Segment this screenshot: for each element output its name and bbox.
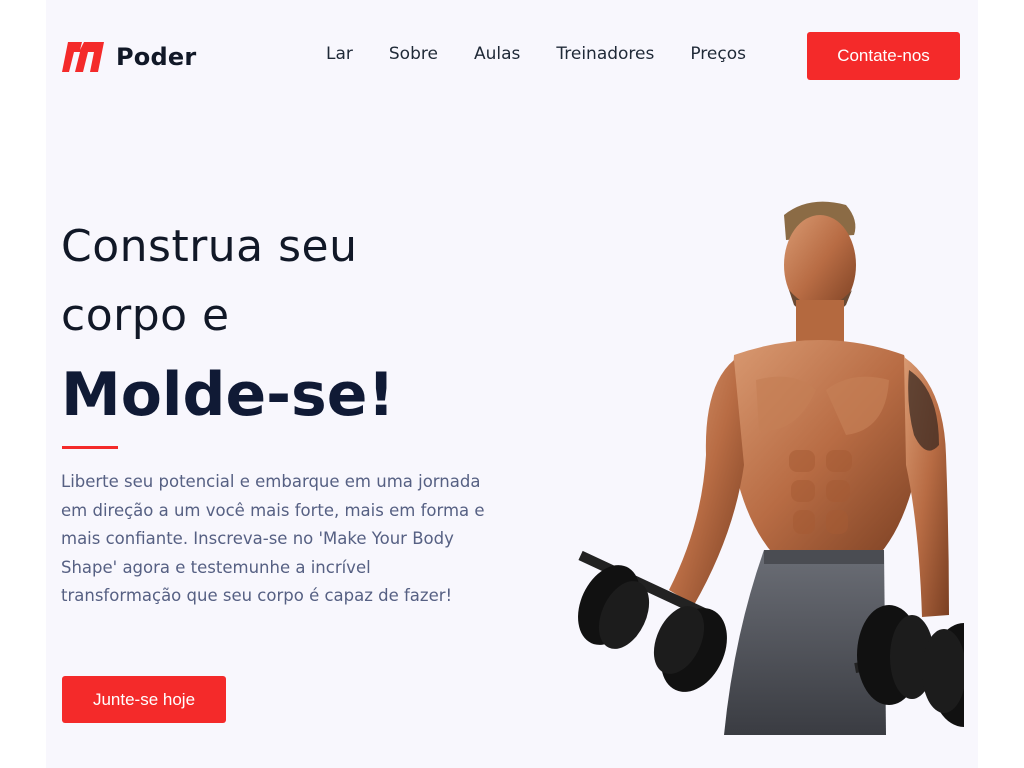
main-nav: Lar Sobre Aulas Treinadores Preços bbox=[326, 44, 746, 64]
brand-logo[interactable]: Poder bbox=[62, 40, 196, 74]
hero-heading-strong: Molde-se! bbox=[61, 360, 395, 430]
join-today-button[interactable]: Junte-se hoje bbox=[62, 676, 226, 723]
brand-name: Poder bbox=[116, 43, 197, 71]
hero-heading-line-1: Construa seu bbox=[61, 221, 358, 272]
nav-item-precos[interactable]: Preços bbox=[690, 44, 746, 64]
nav-item-treinadores[interactable]: Treinadores bbox=[556, 44, 654, 64]
accent-divider bbox=[62, 446, 118, 449]
nav-item-sobre[interactable]: Sobre bbox=[389, 44, 438, 64]
hero-athlete-image bbox=[578, 201, 964, 735]
hero-description: Liberte seu potencial e embarque em uma … bbox=[61, 472, 485, 605]
nav-item-aulas[interactable]: Aulas bbox=[474, 44, 520, 64]
contact-button[interactable]: Contate-nos bbox=[807, 32, 960, 80]
brand-m-icon bbox=[62, 42, 104, 72]
hero-heading-line-2: corpo e bbox=[61, 290, 230, 341]
page: Poder Lar Sobre Aulas Treinadores Preços… bbox=[46, 0, 978, 768]
nav-item-lar[interactable]: Lar bbox=[326, 44, 353, 64]
